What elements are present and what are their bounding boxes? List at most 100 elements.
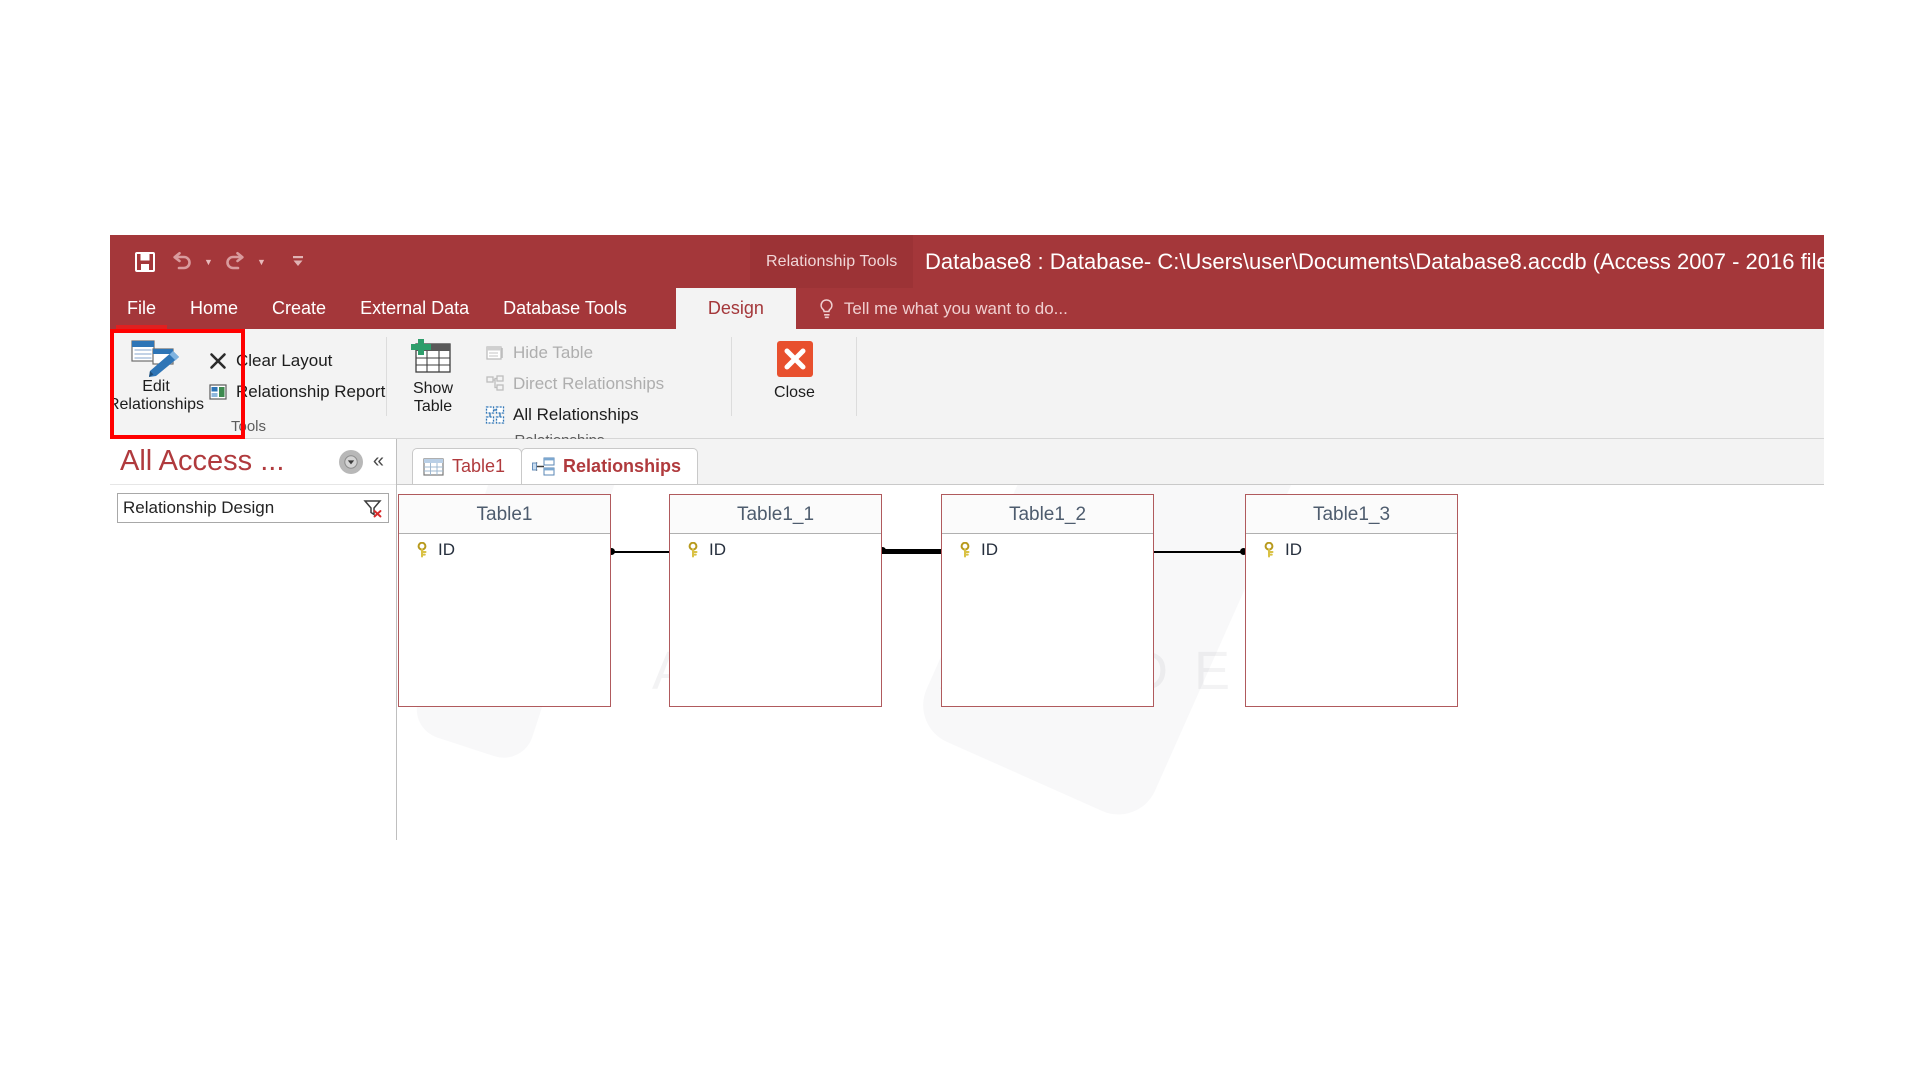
clear-layout-icon	[208, 351, 228, 371]
table-box-title: Table1	[399, 495, 610, 534]
contextual-tab-title: Relationship Tools	[750, 235, 914, 288]
all-relationships-icon	[485, 405, 505, 425]
navigation-pane-title: All Access ...	[120, 445, 285, 477]
ribbon-group-close-label	[732, 416, 857, 438]
relationship-report-label: Relationship Report	[236, 381, 386, 401]
navigation-pane: All Access ... « Relationship Design	[110, 439, 397, 840]
table-field-label: ID	[438, 539, 455, 559]
table-box-title: Table1_2	[942, 495, 1153, 534]
relationship-line-3[interactable]	[1154, 551, 1245, 553]
ribbon-tab-home[interactable]: Home	[173, 288, 255, 329]
primary-key-icon	[959, 541, 973, 558]
relationships-icon	[532, 457, 555, 476]
chevron-down-icon	[344, 454, 358, 469]
group-divider	[856, 337, 857, 416]
close-button[interactable]: Close	[740, 335, 850, 402]
ribbon-tab-create[interactable]: Create	[255, 288, 343, 329]
document-tab-relationships-label: Relationships	[563, 456, 682, 476]
document-area: Table1 Relationships ACADEMY Table1 ID T…	[397, 439, 1824, 840]
relationships-canvas[interactable]: ATRO ACADEMY Table1	[397, 485, 1824, 840]
undo-icon	[170, 251, 194, 273]
table-box-table1-2[interactable]: Table1_2 ID	[941, 494, 1154, 707]
edit-relationships-button[interactable]: Edit Relationships	[110, 335, 205, 414]
show-table-icon	[408, 338, 458, 380]
save-button[interactable]	[128, 245, 162, 279]
customize-caret-icon	[289, 253, 307, 271]
document-tab-table1[interactable]: Table1	[412, 448, 523, 484]
ribbon-tab-external-data[interactable]: External Data	[343, 288, 486, 329]
undo-button[interactable]	[165, 245, 199, 279]
navigation-search-box[interactable]: Relationship Design	[117, 493, 389, 523]
show-table-button[interactable]: Show Table	[387, 335, 479, 416]
edit-relationships-icon	[129, 338, 183, 378]
hide-table-label: Hide Table	[513, 342, 594, 362]
redo-icon	[223, 251, 247, 273]
table-box-title: Table1_3	[1246, 495, 1457, 534]
redo-button[interactable]	[218, 245, 252, 279]
direct-relationships-label: Direct Relationships	[513, 373, 665, 393]
tell-me-search[interactable]: Tell me what you want to do...	[796, 288, 1068, 329]
hide-table-button: Hide Table	[479, 337, 670, 368]
tell-me-placeholder: Tell me what you want to do...	[843, 298, 1068, 318]
title-bar: ▼ ▼ Relationship Tools Database8: Datab…	[110, 235, 1824, 288]
work-area: All Access ... « Relationship Design Tab…	[110, 439, 1824, 840]
quick-access-toolbar: ▼ ▼	[110, 245, 315, 279]
all-relationships-label: All Relationships	[513, 404, 639, 424]
ribbon-group-close: Close	[732, 329, 857, 438]
table-field-label: ID	[1285, 539, 1302, 559]
ribbon-tab-database-tools[interactable]: Database Tools	[486, 288, 644, 329]
ribbon-tab-design[interactable]: Design	[675, 288, 796, 329]
clear-layout-button[interactable]: Clear Layout	[202, 345, 391, 376]
close-label: Close	[774, 384, 815, 401]
table-grid-icon	[423, 457, 444, 476]
edit-relationships-label-line2: Relationships	[110, 396, 205, 414]
hide-table-icon	[485, 343, 505, 363]
lightbulb-icon	[818, 298, 835, 320]
clear-layout-label: Clear Layout	[236, 350, 333, 370]
table-field-row[interactable]: ID	[399, 534, 610, 565]
close-icon	[774, 338, 816, 380]
all-relationships-button[interactable]: All Relationships	[479, 399, 670, 430]
navigation-pane-collapse-button[interactable]: «	[373, 450, 388, 473]
save-icon	[134, 251, 156, 273]
relationship-report-button[interactable]: Relationship Report	[202, 376, 391, 407]
undo-dropdown-caret-icon[interactable]: ▼	[202, 247, 215, 277]
filter-clear-icon	[363, 498, 383, 518]
navigation-search-value: Relationship Design	[123, 498, 275, 517]
document-tab-relationships[interactable]: Relationships	[521, 448, 699, 484]
show-table-label-line2: Table	[413, 398, 453, 416]
show-table-label-line1: Show	[412, 380, 454, 397]
table-box-title: Table1_1	[670, 495, 881, 534]
ribbon-group-tools-label: Tools	[230, 418, 267, 435]
ribbon-tab-file[interactable]: File	[110, 288, 173, 329]
document-title: Database8 : Database- C:\Users\user\Docu…	[925, 248, 1824, 274]
ribbon-group-relationships: Show Table Hide Table Direct Relationshi…	[387, 329, 732, 449]
table-box-table1-3[interactable]: Table1_3 ID	[1245, 494, 1458, 707]
table-field-row[interactable]: ID	[1246, 534, 1457, 565]
table-field-row[interactable]: ID	[670, 534, 881, 565]
ribbon-group-tools: Edit Relationships Clear Layout Relation…	[110, 329, 387, 439]
table-box-table1-1[interactable]: Table1_1 ID	[669, 494, 882, 707]
primary-key-icon	[687, 541, 701, 558]
direct-relationships-button: Direct Relationships	[479, 368, 670, 399]
table-field-row[interactable]: ID	[942, 534, 1153, 565]
access-application-window: ▼ ▼ Relationship Tools Database8: Datab…	[110, 235, 1824, 840]
edit-relationships-label-line1: Edit	[142, 378, 170, 395]
ribbon-tab-strip: File Home Create External Data Database …	[110, 288, 1824, 329]
table-field-label: ID	[709, 539, 726, 559]
customize-quick-access-button[interactable]	[281, 245, 315, 279]
navigation-pane-header: All Access ... «	[110, 439, 396, 485]
table-field-label: ID	[981, 539, 998, 559]
relationship-report-icon	[208, 382, 228, 402]
navigation-pane-dropdown-button[interactable]	[338, 449, 363, 474]
document-tab-strip: Table1 Relationships	[397, 439, 1824, 485]
document-tab-table1-label: Table1	[452, 456, 506, 476]
screenshot-root: ▼ ▼ Relationship Tools Database8: Datab…	[0, 0, 1920, 1080]
primary-key-icon	[416, 541, 430, 558]
redo-dropdown-caret-icon[interactable]: ▼	[255, 247, 268, 277]
primary-key-icon	[1263, 541, 1277, 558]
table-box-table1[interactable]: Table1 ID	[398, 494, 611, 707]
direct-relationships-icon	[485, 374, 505, 394]
ribbon: Edit Relationships Clear Layout Relation…	[110, 329, 1824, 449]
clear-filter-button[interactable]	[358, 498, 388, 518]
